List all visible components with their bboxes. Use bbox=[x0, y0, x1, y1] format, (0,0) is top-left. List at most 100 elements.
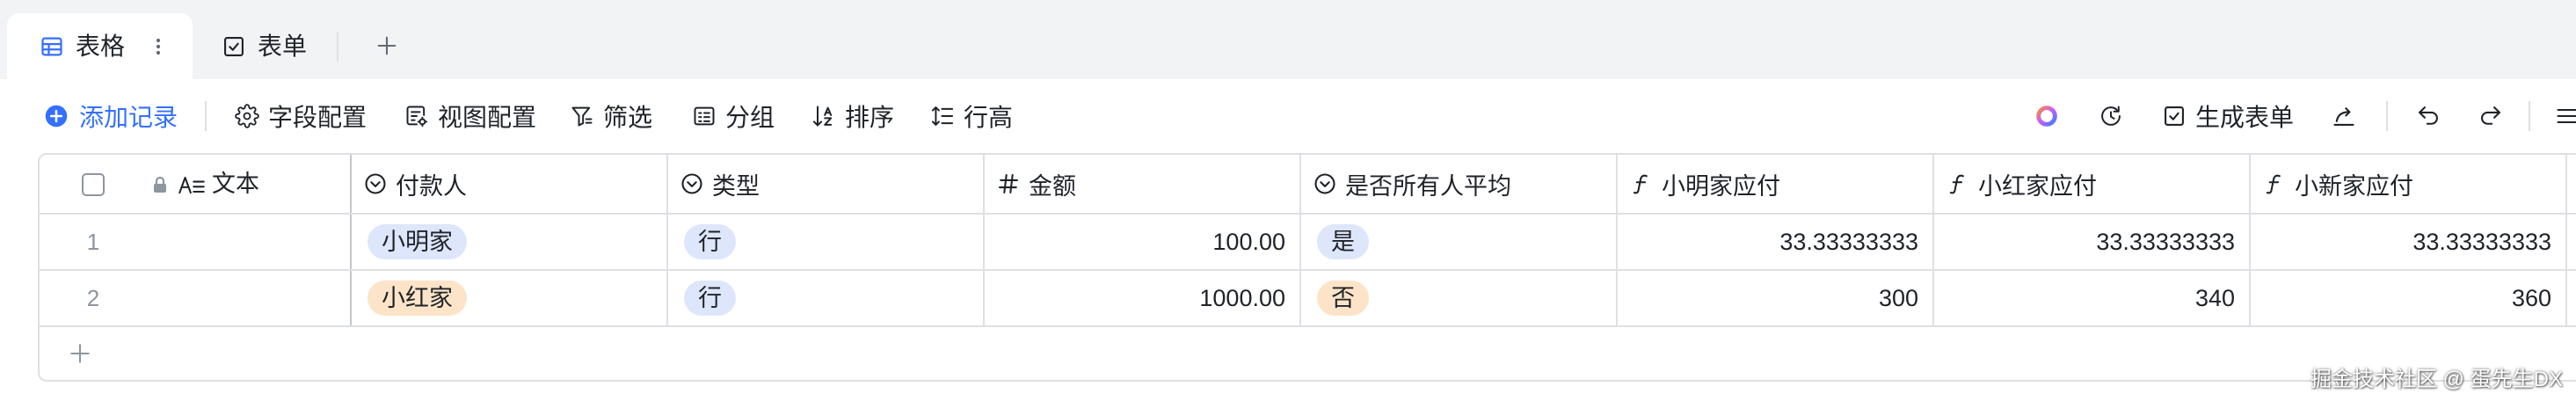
field-config-label: 字段配置 bbox=[268, 104, 367, 131]
tab-grid-view[interactable]: 表格 bbox=[7, 13, 193, 79]
row-height-label: 行高 bbox=[964, 104, 1014, 131]
more-vertical-icon[interactable] bbox=[153, 34, 164, 59]
filter-icon bbox=[570, 104, 594, 128]
column-header-xiaoxin-due[interactable]: 小新家应付 bbox=[2251, 155, 2567, 213]
option-tag: 小红家 bbox=[367, 281, 467, 316]
add-circle-icon bbox=[44, 104, 69, 128]
table-row[interactable]: 2 小红家 行 1000.00 否 300 340 360 bbox=[40, 271, 2576, 327]
cell-split-evenly[interactable]: 否 bbox=[1301, 271, 1618, 325]
grid-icon bbox=[40, 34, 64, 59]
column-label: 小明家应付 bbox=[1662, 172, 1780, 200]
column-label: 小新家应付 bbox=[2295, 172, 2413, 200]
formula-icon bbox=[1629, 171, 1654, 196]
select-all-checkbox[interactable] bbox=[82, 173, 105, 196]
option-tag: 小明家 bbox=[367, 224, 467, 259]
data-grid: 文本 付款人 类型 金额 是否所有人平均 小明家应付 小红家应付 小新家应付 1… bbox=[38, 153, 2576, 382]
redo-icon[interactable] bbox=[2478, 104, 2503, 128]
row-number: 2 bbox=[86, 285, 100, 311]
cell-text[interactable]: 1 bbox=[40, 215, 352, 269]
tab-label: 表单 bbox=[258, 33, 308, 60]
lock-icon bbox=[151, 175, 169, 194]
watermark: 掘金技术社区 @ 蛋先生DX bbox=[2310, 368, 2563, 391]
cell-xiaohong-due[interactable]: 33.33333333 bbox=[1934, 215, 2251, 269]
form-check-icon bbox=[2162, 104, 2187, 128]
cell-value: 33.33333333 bbox=[2412, 228, 2551, 255]
row-height-button[interactable]: 行高 bbox=[930, 79, 1013, 153]
plus-icon[interactable] bbox=[375, 33, 399, 58]
column-label: 类型 bbox=[712, 172, 760, 200]
cell-text[interactable]: 2 bbox=[40, 271, 352, 325]
row-number: 1 bbox=[86, 229, 100, 255]
option-tag: 否 bbox=[1317, 281, 1369, 316]
select-icon bbox=[1313, 171, 1337, 196]
column-header-amount[interactable]: 金额 bbox=[985, 155, 1301, 213]
ai-ring-icon[interactable] bbox=[2034, 104, 2059, 128]
tab-label: 表格 bbox=[76, 33, 126, 60]
tab-form-view[interactable]: 表单 bbox=[211, 13, 325, 79]
cell-type[interactable]: 行 bbox=[668, 215, 985, 269]
group-button[interactable]: 分组 bbox=[692, 79, 775, 153]
cell-amount[interactable]: 100.00 bbox=[985, 215, 1301, 269]
plus-icon bbox=[69, 342, 91, 365]
filter-button[interactable]: 筛选 bbox=[570, 79, 652, 153]
cell-value: 360 bbox=[2511, 284, 2551, 311]
table-row[interactable]: 1 小明家 行 100.00 是 33.33333333 33.33333333… bbox=[40, 215, 2576, 271]
column-header-overflow[interactable] bbox=[2567, 155, 2576, 213]
cell-xiaoxin-due[interactable]: 33.33333333 bbox=[2251, 215, 2567, 269]
formula-icon bbox=[2262, 171, 2287, 196]
column-header-xiaoming-due[interactable]: 小明家应付 bbox=[1618, 155, 1934, 213]
tab-divider bbox=[337, 32, 338, 62]
sort-button[interactable]: 排序 bbox=[811, 79, 894, 153]
column-header-xiaohong-due[interactable]: 小红家应付 bbox=[1934, 155, 2251, 213]
text-type-icon bbox=[178, 172, 206, 197]
undo-icon[interactable] bbox=[2416, 104, 2441, 128]
cell-payer[interactable]: 小明家 bbox=[352, 215, 668, 269]
cell-xiaohong-due[interactable]: 340 bbox=[1934, 271, 2251, 325]
cell-xiaoxin-due[interactable]: 360 bbox=[2251, 271, 2567, 325]
cell-xiaoming-due[interactable]: 300 bbox=[1618, 271, 1934, 325]
cell-value: 1000.00 bbox=[1199, 284, 1285, 311]
cell-value: 33.33333333 bbox=[2096, 228, 2235, 255]
view-tab-bar: 表格 表单 bbox=[0, 0, 2576, 79]
generate-form-button[interactable]: 生成表单 bbox=[2162, 79, 2294, 153]
add-row-button[interactable] bbox=[40, 327, 2576, 380]
option-tag: 行 bbox=[684, 281, 736, 316]
view-config-label: 视图配置 bbox=[438, 104, 537, 131]
column-label: 金额 bbox=[1029, 172, 1076, 200]
field-config-button[interactable]: 字段配置 bbox=[235, 79, 367, 153]
form-icon bbox=[222, 34, 246, 59]
column-label: 是否所有人平均 bbox=[1345, 172, 1511, 200]
cell-value: 340 bbox=[2194, 284, 2235, 311]
add-record-label: 添加记录 bbox=[79, 104, 178, 131]
filter-label: 筛选 bbox=[603, 104, 653, 131]
group-label: 分组 bbox=[725, 104, 775, 131]
select-icon bbox=[680, 171, 704, 196]
cell-overflow[interactable] bbox=[2567, 215, 2576, 269]
share-icon[interactable] bbox=[2332, 104, 2356, 128]
toolbar-divider bbox=[205, 101, 207, 131]
view-config-button[interactable]: 视图配置 bbox=[404, 79, 536, 153]
column-header-payer[interactable]: 付款人 bbox=[352, 155, 668, 213]
history-icon[interactable] bbox=[2099, 104, 2123, 128]
column-header-text[interactable]: 文本 bbox=[40, 155, 352, 213]
column-label: 文本 bbox=[212, 171, 259, 197]
column-header-split-evenly[interactable]: 是否所有人平均 bbox=[1301, 155, 1618, 213]
group-icon bbox=[692, 104, 717, 128]
column-label: 付款人 bbox=[396, 172, 467, 200]
column-header-type[interactable]: 类型 bbox=[668, 155, 985, 213]
gear-icon bbox=[235, 104, 259, 128]
add-record-button[interactable]: 添加记录 bbox=[44, 79, 178, 153]
cell-split-evenly[interactable]: 是 bbox=[1301, 215, 1618, 269]
option-tag: 行 bbox=[684, 224, 736, 259]
option-tag: 是 bbox=[1317, 224, 1369, 259]
cell-overflow[interactable] bbox=[2567, 271, 2576, 325]
formula-icon bbox=[1946, 171, 1970, 196]
cell-amount[interactable]: 1000.00 bbox=[985, 271, 1301, 325]
more-toolbar-icon[interactable] bbox=[2555, 104, 2576, 128]
cell-type[interactable]: 行 bbox=[668, 271, 985, 325]
view-toolbar: 添加记录 字段配置 视图配置 筛选 分组 排序 行高 生成表单 bbox=[0, 79, 2576, 153]
toolbar-divider bbox=[2386, 101, 2388, 131]
cell-xiaoming-due[interactable]: 33.33333333 bbox=[1618, 215, 1934, 269]
table-header-row: 文本 付款人 类型 金额 是否所有人平均 小明家应付 小红家应付 小新家应付 bbox=[40, 155, 2576, 215]
cell-payer[interactable]: 小红家 bbox=[352, 271, 668, 325]
